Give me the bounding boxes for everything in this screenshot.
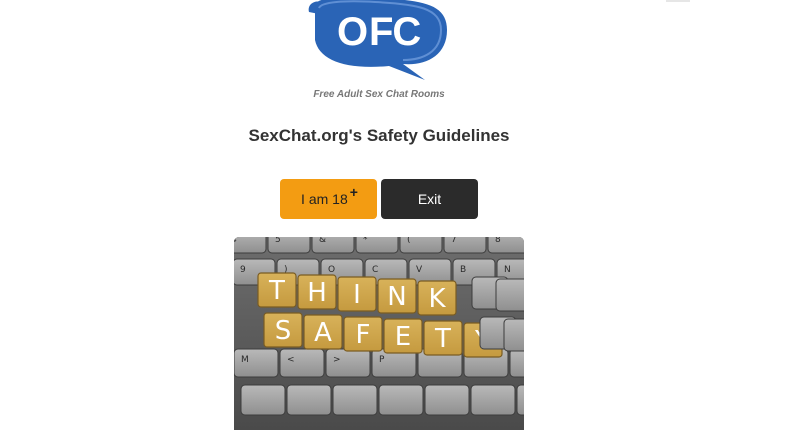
key-label: N bbox=[504, 265, 511, 275]
keyboard-key bbox=[487, 237, 524, 254]
key-label: C bbox=[372, 265, 378, 275]
word-tile-letter: T bbox=[268, 276, 285, 306]
word-tile-letter: H bbox=[307, 278, 327, 308]
exit-button[interactable]: Exit bbox=[381, 179, 478, 219]
logo-letter-o: O bbox=[336, 10, 368, 54]
key-label: 7 bbox=[451, 237, 457, 245]
keyboard-key bbox=[424, 384, 470, 416]
site-tagline: Free Adult Sex Chat Rooms bbox=[313, 89, 445, 100]
key-label: 4 bbox=[234, 237, 237, 245]
keyboard-key bbox=[470, 384, 516, 416]
key-label: V bbox=[416, 265, 423, 275]
key-label: < bbox=[287, 355, 295, 365]
keyboard-key bbox=[240, 384, 286, 416]
key-label: B bbox=[460, 265, 466, 275]
key-label: > bbox=[333, 355, 341, 365]
word-tile-letter: K bbox=[428, 284, 446, 314]
key-label: 9 bbox=[240, 265, 246, 275]
word-tile-letter: S bbox=[275, 316, 292, 346]
key-label: M bbox=[241, 355, 249, 365]
site-logo[interactable]: O FC bbox=[305, 0, 455, 82]
exit-label: Exit bbox=[417, 191, 442, 207]
keyboard-illustration: 45&*(789)OCVBNM<>PTHINKSAFETY bbox=[234, 237, 524, 430]
word-tile-letter: E bbox=[395, 322, 411, 352]
keyboard-key bbox=[495, 278, 524, 312]
keyboard-key bbox=[332, 384, 378, 416]
keyboard-key bbox=[503, 318, 524, 352]
word-tile-letter: N bbox=[387, 282, 406, 312]
key-label: & bbox=[319, 237, 326, 245]
keyboard-key bbox=[378, 384, 424, 416]
logo-letters-fc: FC bbox=[369, 10, 421, 54]
word-tile-letter: F bbox=[356, 320, 371, 350]
age-confirm-button[interactable]: I am 18 + bbox=[280, 179, 377, 219]
keyboard-key bbox=[234, 237, 267, 254]
age-confirm-label: I am 18 bbox=[301, 191, 348, 207]
page-title: SexChat.org's Safety Guidelines bbox=[248, 126, 510, 145]
keyboard-key bbox=[516, 384, 524, 416]
key-label: 5 bbox=[275, 237, 281, 245]
key-label: O bbox=[328, 265, 335, 275]
key-label: 8 bbox=[495, 237, 501, 245]
think-safety-keyboard-image: 45&*(789)OCVBNM<>PTHINKSAFETY bbox=[234, 237, 524, 430]
keyboard-key bbox=[286, 384, 332, 416]
top-divider bbox=[666, 0, 690, 2]
word-tile-letter: A bbox=[314, 318, 332, 348]
age-plus-sup: + bbox=[349, 184, 358, 200]
key-label: ( bbox=[407, 237, 411, 245]
word-tile-letter: I bbox=[353, 280, 361, 310]
keyboard-key bbox=[509, 348, 524, 378]
word-tile-letter: T bbox=[434, 324, 451, 354]
key-label: * bbox=[363, 237, 368, 245]
key-label: P bbox=[379, 355, 385, 365]
